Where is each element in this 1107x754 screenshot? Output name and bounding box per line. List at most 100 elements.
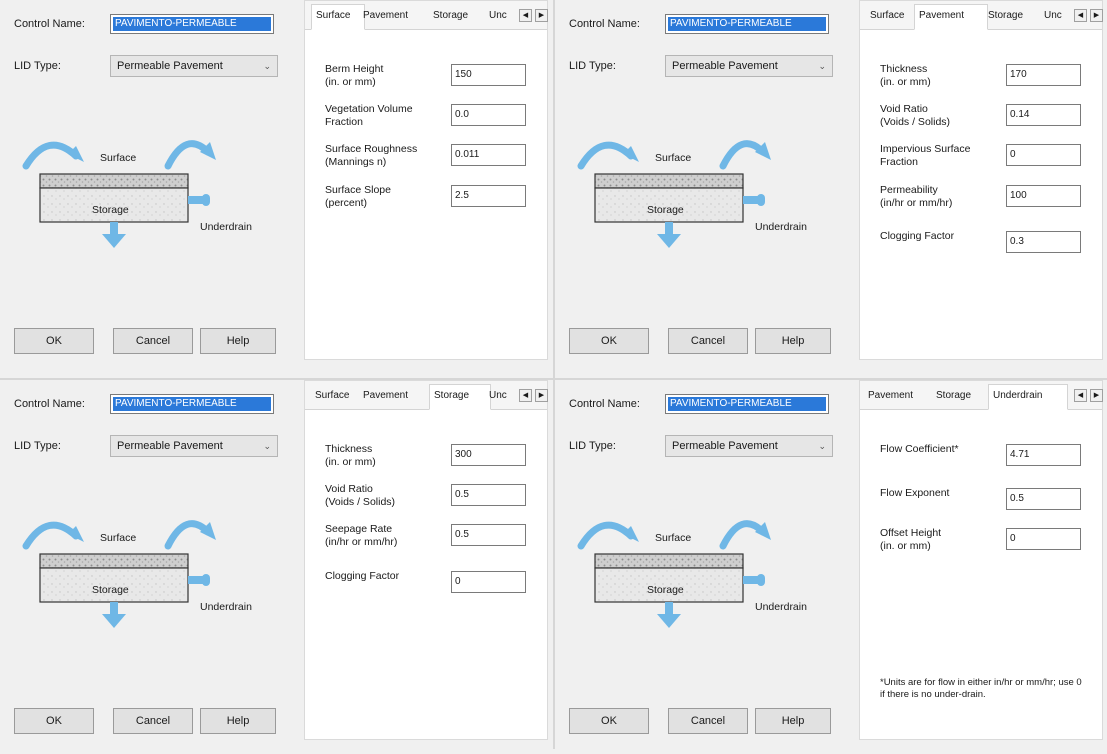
field-input[interactable]: 0.011 (451, 144, 526, 166)
tab-pavement[interactable]: Pavement (359, 385, 431, 409)
tab-storage[interactable]: Storage (984, 5, 1044, 29)
field-input[interactable]: 100 (1006, 185, 1081, 207)
lid-type-select[interactable]: Permeable Pavement ⌄ (665, 55, 833, 77)
field-input[interactable]: 300 (451, 444, 526, 466)
help-button[interactable]: Help (200, 328, 276, 354)
lid-type-label: LID Type: (14, 60, 61, 72)
tab-storage[interactable]: Storage (429, 384, 491, 410)
lid-type-value: Permeable Pavement (117, 60, 223, 72)
tab-scroll-left-icon[interactable]: ◀ (1074, 389, 1087, 402)
field-input[interactable]: 0.0 (451, 104, 526, 126)
field-input[interactable]: 0 (451, 571, 526, 593)
underdrain-label: Underdrain (755, 221, 807, 233)
control-name-input[interactable]: PAVIMENTO-PERMEABLE (665, 14, 829, 34)
ok-button[interactable]: OK (569, 708, 649, 734)
cancel-button[interactable]: Cancel (113, 328, 193, 354)
help-button[interactable]: Help (755, 328, 831, 354)
tab-pavement[interactable]: Pavement (359, 5, 431, 29)
cancel-button[interactable]: Cancel (668, 708, 748, 734)
tab-strip: Pavement Storage Underdrain ◀ ▶ (860, 381, 1103, 410)
tab-scroll-left-icon[interactable]: ◀ (1074, 9, 1087, 22)
help-button[interactable]: Help (200, 708, 276, 734)
field-input[interactable]: 4.71 (1006, 444, 1081, 466)
field-input[interactable]: 2.5 (451, 185, 526, 207)
lid-diagram (577, 140, 771, 248)
lid-properties-panel: Surface Pavement Storage Unc ◀ ▶ Thickness (in.… (859, 0, 1103, 360)
tab-storage[interactable]: Storage (429, 5, 489, 29)
lid-dialog-2: Control Name: PAVIMENTO-PERMEABLE LID Type… (555, 0, 1107, 374)
field-input[interactable]: 150 (451, 64, 526, 86)
lid-type-value: Permeable Pavement (672, 60, 778, 72)
lid-type-label: LID Type: (569, 60, 616, 72)
storage-label: Storage (92, 584, 129, 596)
rain-inflow-arrow-icon (577, 141, 639, 170)
lid-type-select[interactable]: Permeable Pavement ⌄ (110, 435, 278, 457)
lid-type-value: Permeable Pavement (117, 440, 223, 452)
tab-surface[interactable]: Surface (311, 4, 365, 30)
field-input[interactable]: 0.5 (1006, 488, 1081, 510)
field-label-line1: Thickness (325, 443, 373, 455)
field-label-line1: Flow Exponent (880, 487, 950, 499)
lid-type-label: LID Type: (14, 440, 61, 452)
field-label-line2: (in/hr or mm/hr) (325, 536, 398, 548)
tab-scroll-left-icon[interactable]: ◀ (519, 9, 532, 22)
field-input[interactable]: 0.5 (451, 484, 526, 506)
surface-label: Surface (100, 152, 137, 164)
tab-pavement[interactable]: Pavement (914, 4, 988, 30)
field-input[interactable]: 0.5 (451, 524, 526, 546)
lid-diagram-container: Surface Storage Underdrain (573, 130, 843, 270)
field-input[interactable]: 170 (1006, 64, 1081, 86)
tab-unc[interactable]: Unc (485, 385, 521, 409)
field-input[interactable]: 0.14 (1006, 104, 1081, 126)
pavement-layer (594, 173, 744, 189)
lid-properties-panel: Surface Pavement Storage Unc ◀ ▶ Thickness (in.… (304, 380, 548, 740)
tab-scroll-right-icon[interactable]: ▶ (1090, 9, 1103, 22)
field-input[interactable]: 0 (1006, 528, 1081, 550)
control-name-input[interactable]: PAVIMENTO-PERMEABLE (665, 394, 829, 414)
tab-pavement[interactable]: Pavement (864, 385, 934, 409)
ok-button[interactable]: OK (569, 328, 649, 354)
tab-unc[interactable]: Unc (1040, 5, 1076, 29)
field-label: Thickness (in. or mm) (880, 63, 931, 89)
control-name-value: PAVIMENTO-PERMEABLE (668, 17, 826, 31)
chevron-down-icon: ⌄ (818, 61, 826, 71)
control-name-input[interactable]: PAVIMENTO-PERMEABLE (110, 14, 274, 34)
surface-label: Surface (655, 532, 692, 544)
field-label: Vegetation Volume Fraction (325, 103, 413, 129)
underdrain-pipe-icon (188, 574, 210, 586)
control-name-input[interactable]: PAVIMENTO-PERMEABLE (110, 394, 274, 414)
tab-scroll-right-icon[interactable]: ▶ (535, 389, 548, 402)
cancel-button[interactable]: Cancel (668, 328, 748, 354)
lid-diagram (22, 140, 216, 248)
help-button[interactable]: Help (755, 708, 831, 734)
tab-scroll-right-icon[interactable]: ▶ (1090, 389, 1103, 402)
lid-diagram-container: Surface Storage Underdrain (18, 510, 288, 650)
lid-type-select[interactable]: Permeable Pavement ⌄ (665, 435, 833, 457)
ok-button[interactable]: OK (14, 708, 94, 734)
field-input[interactable]: 0.3 (1006, 231, 1081, 253)
field-input[interactable]: 0 (1006, 144, 1081, 166)
pavement-layer (39, 553, 189, 569)
tab-scroll-left-icon[interactable]: ◀ (519, 389, 532, 402)
runoff-arrow-icon (164, 520, 216, 550)
tab-surface[interactable]: Surface (866, 5, 918, 29)
tab-underdrain[interactable]: Underdrain (988, 384, 1068, 410)
tab-surface[interactable]: Surface (311, 385, 363, 409)
field-label-line1: Flow Coefficient* (880, 443, 959, 455)
field-label-line1: Clogging Factor (325, 570, 400, 582)
infiltration-arrow-icon (102, 222, 126, 248)
cancel-button[interactable]: Cancel (113, 708, 193, 734)
field-label-line2: (Mannings n) (325, 156, 387, 168)
field-label-line1: Vegetation Volume (325, 103, 413, 115)
tab-unc[interactable]: Unc (485, 5, 521, 29)
field-label: Permeability (in/hr or mm/hr) (880, 184, 952, 210)
field-label: Surface Roughness (Mannings n) (325, 143, 417, 169)
lid-type-select[interactable]: Permeable Pavement ⌄ (110, 55, 278, 77)
field-label: Clogging Factor (325, 570, 399, 583)
field-label-line1: Impervious Surface (880, 143, 971, 155)
tab-storage[interactable]: Storage (932, 385, 992, 409)
lid-type-value: Permeable Pavement (672, 440, 778, 452)
underdrain-label: Underdrain (200, 221, 252, 233)
ok-button[interactable]: OK (14, 328, 94, 354)
tab-scroll-right-icon[interactable]: ▶ (535, 9, 548, 22)
